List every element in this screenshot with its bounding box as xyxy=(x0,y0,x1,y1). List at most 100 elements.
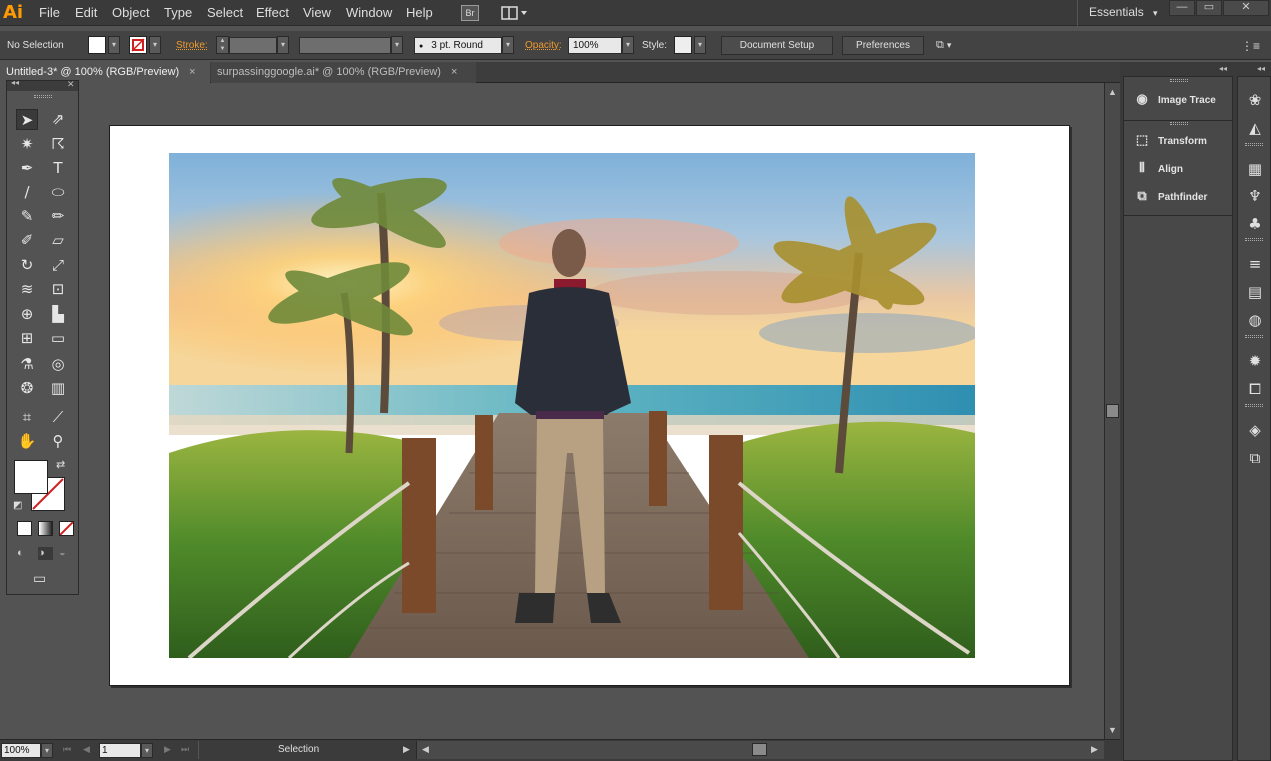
stroke-label[interactable]: Stroke: xyxy=(176,40,208,51)
artboard-tool-icon[interactable]: ⌗ xyxy=(16,407,38,428)
menu-view[interactable]: View xyxy=(303,5,331,20)
magic-wand-tool-icon[interactable]: ✷ xyxy=(16,134,38,155)
artboard-number-field[interactable]: 1 xyxy=(99,743,141,758)
scroll-left-icon[interactable]: ◀ xyxy=(422,744,429,755)
control-panel-menu-icon[interactable]: ⋮≡ xyxy=(1241,39,1260,53)
default-fill-stroke-icon[interactable]: ◩ xyxy=(13,500,22,511)
stroke-weight-field[interactable] xyxy=(229,37,277,54)
opacity-dropdown[interactable]: ▾ xyxy=(622,36,634,54)
zoom-tool-icon[interactable]: ⚲ xyxy=(47,431,69,452)
dock-group-grip[interactable] xyxy=(1245,404,1263,407)
free-transform-tool-icon[interactable]: ⊡ xyxy=(47,279,69,300)
close-tab-icon[interactable]: × xyxy=(189,66,195,78)
minimize-button[interactable]: — xyxy=(1169,0,1195,16)
tools-grip[interactable] xyxy=(34,95,52,98)
opacity-field[interactable]: 100% xyxy=(568,37,622,54)
menu-type[interactable]: Type xyxy=(164,5,192,20)
close-window-button[interactable]: ✕ xyxy=(1223,0,1269,16)
pencil-tool-icon[interactable]: ✏ xyxy=(47,206,69,227)
rotate-tool-icon[interactable]: ↻ xyxy=(16,255,38,276)
next-artboard-icon[interactable]: ▶ xyxy=(164,744,171,755)
swap-fill-stroke-icon[interactable]: ⇄ xyxy=(56,458,65,471)
brush-definition-field[interactable]: ● 3 pt. Round xyxy=(414,37,502,54)
slice-tool-icon[interactable]: ⟋ xyxy=(47,407,69,428)
scroll-down-icon[interactable]: ▼ xyxy=(1108,725,1117,735)
dock-group-grip[interactable] xyxy=(1245,335,1263,338)
type-tool-icon[interactable]: T xyxy=(47,158,69,179)
line-tool-icon[interactable]: ∕ xyxy=(16,182,38,203)
graphic-styles-icon[interactable]: ⧠ xyxy=(1244,378,1266,400)
swatches-icon[interactable]: ▦ xyxy=(1244,158,1266,180)
color-mode-button[interactable] xyxy=(17,521,32,536)
graph-tool-icon[interactable]: ▙ xyxy=(47,304,69,325)
pathfinder-panel-tab[interactable]: ⧉ Pathfinder xyxy=(1134,186,1207,206)
selection-tool-icon[interactable]: ➤ xyxy=(16,109,38,130)
close-tools-icon[interactable]: ✕ xyxy=(67,79,75,90)
isolate-selected-button[interactable]: ⧉ ▾ xyxy=(936,39,966,53)
graphic-style-swatch[interactable] xyxy=(674,36,692,54)
fill-dropdown[interactable]: ▾ xyxy=(108,36,120,54)
stroke-icon[interactable]: ≡ xyxy=(1244,253,1266,275)
image-trace-panel-tab[interactable]: ◉ Image Trace xyxy=(1134,89,1215,109)
menu-object[interactable]: Object xyxy=(112,5,150,20)
artboard-number-dropdown[interactable]: ▾ xyxy=(141,743,153,758)
horizontal-scrollbar[interactable]: ◀ ▶ xyxy=(416,741,1104,759)
opacity-label[interactable]: Opacity: xyxy=(525,40,562,51)
screen-mode-icon[interactable]: ▭ xyxy=(33,570,55,586)
lasso-tool-icon[interactable]: ☈ xyxy=(47,134,69,155)
zoom-field[interactable]: 100% xyxy=(1,743,41,758)
mesh-tool-icon[interactable]: ⊞ xyxy=(16,328,38,349)
dock-group-grip[interactable] xyxy=(1245,143,1263,146)
first-artboard-icon[interactable]: ⏮ xyxy=(63,744,71,755)
menu-edit[interactable]: Edit xyxy=(75,5,97,20)
artboard[interactable] xyxy=(109,125,1070,686)
arrange-documents-button[interactable] xyxy=(501,5,529,21)
paintbrush-tool-icon[interactable]: ✎ xyxy=(16,206,38,227)
close-tab-icon[interactable]: × xyxy=(451,66,457,78)
color-icon[interactable]: ◭ xyxy=(1244,117,1266,139)
collapse-panels-left-icon[interactable]: ◂◂ xyxy=(1219,64,1227,73)
fill-swatch[interactable] xyxy=(88,36,106,54)
previous-artboard-icon[interactable]: ◀ xyxy=(83,744,90,755)
artboards-icon[interactable]: ⧉ xyxy=(1244,447,1266,469)
transform-panel-tab[interactable]: ⬚ Transform xyxy=(1134,130,1207,150)
status-label[interactable]: Selection xyxy=(278,744,319,755)
symbols-icon[interactable]: ♣ xyxy=(1244,213,1266,235)
color-guide-icon[interactable]: ❀ xyxy=(1244,89,1266,111)
tab-surpassinggoogle[interactable]: surpassinggoogle.ai* @ 100% (RGB/Preview… xyxy=(211,62,476,83)
collapse-tools-icon[interactable]: ◂◂ xyxy=(11,78,19,87)
gradient-tool-icon[interactable]: ▭ xyxy=(47,328,69,349)
shape-builder-tool-icon[interactable]: ⊕ xyxy=(16,304,38,325)
variable-width-profile[interactable] xyxy=(299,37,391,54)
direct-selection-tool-icon[interactable]: ⇗ xyxy=(47,109,69,130)
scroll-up-icon[interactable]: ▲ xyxy=(1108,87,1117,97)
width-tool-icon[interactable]: ≋ xyxy=(16,279,38,300)
zoom-dropdown[interactable]: ▾ xyxy=(41,743,53,758)
blob-brush-tool-icon[interactable]: ✐ xyxy=(16,230,38,251)
transparency-icon[interactable]: ◍ xyxy=(1244,309,1266,331)
panel-group-grip[interactable] xyxy=(1170,79,1188,82)
document-setup-button[interactable]: Document Setup xyxy=(721,36,833,55)
status-menu-icon[interactable]: ▶ xyxy=(403,744,410,755)
preferences-button[interactable]: Preferences xyxy=(842,36,924,55)
workspace-switcher[interactable]: Essentials ▾ xyxy=(1089,5,1158,19)
blend-tool-icon[interactable]: ◎ xyxy=(47,354,69,375)
menu-select[interactable]: Select xyxy=(207,5,243,20)
stroke-swatch[interactable] xyxy=(129,36,147,54)
pen-tool-icon[interactable]: ✒ xyxy=(16,158,38,179)
last-artboard-icon[interactable]: ⏭ xyxy=(181,744,189,755)
layers-icon[interactable]: ◈ xyxy=(1244,419,1266,441)
collapse-dock-icon[interactable]: ◂◂ xyxy=(1257,64,1265,73)
variable-width-dropdown[interactable]: ▾ xyxy=(391,36,403,54)
scroll-right-icon[interactable]: ▶ xyxy=(1091,744,1098,755)
stroke-dropdown[interactable]: ▾ xyxy=(149,36,161,54)
ellipse-tool-icon[interactable]: ⬭ xyxy=(47,182,69,203)
brush-definition-dropdown[interactable]: ▾ xyxy=(502,36,514,54)
menu-effect[interactable]: Effect xyxy=(256,5,289,20)
draw-normal-icon[interactable]: ◐ xyxy=(17,547,32,560)
menu-window[interactable]: Window xyxy=(346,5,392,20)
bridge-button[interactable]: Br xyxy=(461,5,479,21)
brushes-icon[interactable]: ♆ xyxy=(1244,185,1266,207)
draw-behind-icon[interactable]: ◑ xyxy=(38,547,53,560)
placed-beach-photo[interactable] xyxy=(169,153,975,658)
